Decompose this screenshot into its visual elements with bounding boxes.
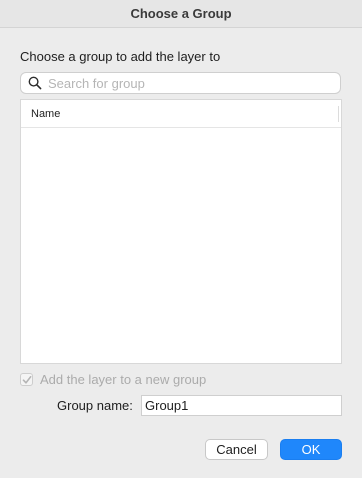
group-name-label: Group name: bbox=[57, 398, 133, 413]
search-icon bbox=[28, 76, 42, 90]
search-field[interactable] bbox=[20, 72, 341, 94]
ok-button[interactable]: OK bbox=[280, 439, 342, 460]
column-header-name[interactable]: Name bbox=[31, 108, 60, 120]
column-divider bbox=[338, 106, 339, 122]
new-group-checkbox bbox=[20, 373, 33, 386]
list-header: Name bbox=[21, 100, 341, 128]
search-input[interactable] bbox=[48, 75, 334, 92]
new-group-label: Add the layer to a new group bbox=[40, 372, 207, 387]
dialog-prompt: Choose a group to add the layer to bbox=[20, 49, 221, 64]
title-bar[interactable]: Choose a Group bbox=[0, 0, 362, 28]
group-list[interactable]: Name bbox=[20, 99, 342, 364]
cancel-button[interactable]: Cancel bbox=[205, 439, 268, 460]
group-name-field[interactable] bbox=[141, 395, 342, 416]
choose-group-dialog: Choose a Group Choose a group to add the… bbox=[0, 0, 362, 478]
checkmark-icon bbox=[22, 376, 32, 384]
dialog-title: Choose a Group bbox=[130, 6, 232, 21]
